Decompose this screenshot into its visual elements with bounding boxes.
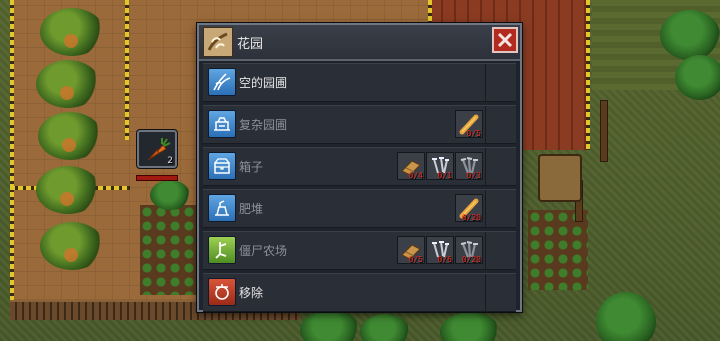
rope-fence <box>428 0 432 24</box>
resource-count: 0/5 <box>466 129 481 138</box>
build-item-remove[interactable]: 移除 <box>203 273 516 312</box>
build-item-label: 移除 <box>239 286 264 300</box>
bush <box>150 180 190 210</box>
carrot-plant[interactable] <box>36 166 100 214</box>
build-list: 空的园圃 复杂园圃 0/5 箱子 0/4 0/1 0/3 肥堆 0/20 僵尸农… <box>203 63 516 315</box>
build-item-complex-garden[interactable]: 复杂园圃 0/5 <box>203 105 516 144</box>
vegetable-bed[interactable] <box>528 210 588 290</box>
empty-garden-icon <box>208 68 236 96</box>
vegetable-bed[interactable] <box>140 205 196 295</box>
chest-icon <box>208 152 236 180</box>
build-item-label: 箱子 <box>239 160 264 174</box>
resource-count: 0/5 <box>408 255 423 264</box>
build-item-zombie-farm[interactable]: 僵尸农场 0/5 0/6 0/20 <box>203 231 516 270</box>
close-button[interactable] <box>492 27 518 53</box>
iron-nails-icon: 0/20 <box>455 236 483 264</box>
resource-count: 0/1 <box>437 171 452 180</box>
carrot-plant[interactable] <box>40 8 104 56</box>
close-icon <box>497 32 513 48</box>
compost-icon <box>208 194 236 222</box>
complex-garden-icon <box>208 110 236 138</box>
item-count: 2 <box>167 156 173 166</box>
resource-count: 0/20 <box>461 255 481 264</box>
panel-header: 花园 <box>199 25 520 61</box>
iron-nails-icon: 0/3 <box>455 152 483 180</box>
durability-bar <box>136 175 178 181</box>
build-item-empty-garden[interactable]: 空的园圃 <box>203 63 516 102</box>
zombie-farm-icon <box>208 236 236 264</box>
carrot-plant[interactable] <box>36 60 100 108</box>
timber-icon: 0/20 <box>455 194 483 222</box>
bush <box>660 10 720 60</box>
build-item-label: 肥堆 <box>239 202 264 216</box>
build-item-label: 僵尸农场 <box>239 244 288 258</box>
build-panel: 花园 空的园圃 复杂园圃 0/5 箱子 0/4 0/1 0/3 肥堆 0/20 … <box>197 23 522 312</box>
garden-category-icon <box>203 27 233 57</box>
rope-fence <box>125 0 129 140</box>
bush <box>675 55 720 100</box>
nails-icon: 0/6 <box>426 236 454 264</box>
fence-post <box>600 100 608 162</box>
planks-icon: 0/5 <box>397 236 425 264</box>
resource-count: 0/20 <box>461 213 481 222</box>
build-item-label: 复杂园圃 <box>239 118 288 132</box>
rope-fence <box>586 0 590 150</box>
build-item-chest[interactable]: 箱子 0/4 0/1 0/3 <box>203 147 516 186</box>
resource-count: 0/6 <box>437 255 452 264</box>
rope-fence <box>10 0 14 310</box>
nails-icon: 0/1 <box>426 152 454 180</box>
carrot-plant[interactable] <box>38 112 102 160</box>
timber-icon: 0/5 <box>455 110 483 138</box>
planks-icon: 0/4 <box>397 152 425 180</box>
build-item-compost[interactable]: 肥堆 0/20 <box>203 189 516 228</box>
panel-title: 花园 <box>237 37 264 52</box>
resource-count: 0/3 <box>466 171 481 180</box>
build-item-label: 空的园圃 <box>239 76 288 90</box>
carrot-plant[interactable] <box>40 222 104 270</box>
scarecrow[interactable] <box>538 154 582 202</box>
held-item-slot[interactable]: 2 <box>137 130 177 168</box>
remove-icon <box>208 278 236 306</box>
resource-count: 0/4 <box>408 171 423 180</box>
